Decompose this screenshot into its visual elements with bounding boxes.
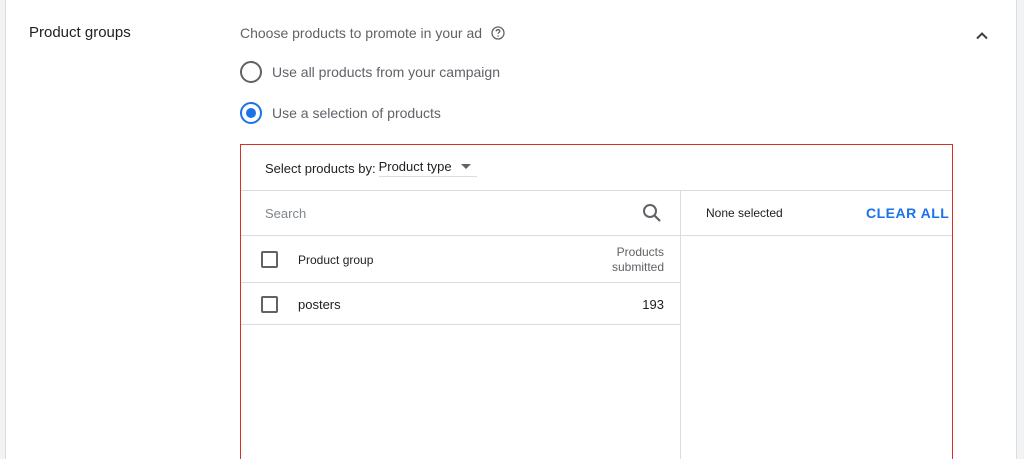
radio-selection-of-products[interactable]: [240, 102, 262, 124]
option-all-products-label: Use all products from your campaign: [272, 64, 500, 80]
select-all-checkbox[interactable]: [261, 251, 278, 268]
prompt-text: Choose products to promote in your ad: [240, 25, 483, 41]
chevron-up-icon[interactable]: [972, 26, 992, 46]
option-selection-of-products[interactable]: Use a selection of products: [240, 102, 441, 124]
section-title: Product groups: [29, 24, 131, 41]
dropdown-value: Product type: [378, 159, 452, 174]
row-product-group: posters: [298, 297, 341, 312]
column-header-line1: Products: [616, 245, 664, 259]
help-icon[interactable]: [491, 26, 505, 40]
search-input[interactable]: [265, 203, 635, 223]
radio-all-products[interactable]: [240, 61, 262, 83]
option-selection-label: Use a selection of products: [272, 105, 441, 121]
divider: [241, 324, 680, 325]
clear-all-button[interactable]: CLEAR ALL: [866, 205, 949, 221]
section-prompt: Choose products to promote in your ad: [240, 25, 505, 41]
column-header-product-group: Product group: [298, 253, 374, 267]
option-all-products[interactable]: Use all products from your campaign: [240, 61, 500, 83]
column-divider: [680, 190, 681, 459]
column-header-products-submitted: Products submitted: [591, 245, 664, 275]
product-groups-card: Product groups Choose products to promot…: [5, 0, 1017, 459]
product-type-dropdown[interactable]: Product type: [378, 159, 477, 177]
column-header-line2: submitted: [611, 260, 664, 274]
search-icon[interactable]: [641, 202, 663, 224]
selection-status: None selected: [706, 206, 783, 220]
divider: [241, 235, 952, 236]
row-products-submitted: 193: [642, 297, 664, 312]
select-by-label: Select products by:: [265, 160, 376, 176]
dropdown-arrow-icon: [460, 164, 471, 169]
product-picker: Select products by: Product type None se…: [240, 144, 953, 459]
divider: [241, 282, 680, 283]
row-checkbox[interactable]: [261, 296, 278, 313]
divider: [241, 190, 952, 191]
select-products-by: Select products by: Product type: [265, 159, 477, 177]
